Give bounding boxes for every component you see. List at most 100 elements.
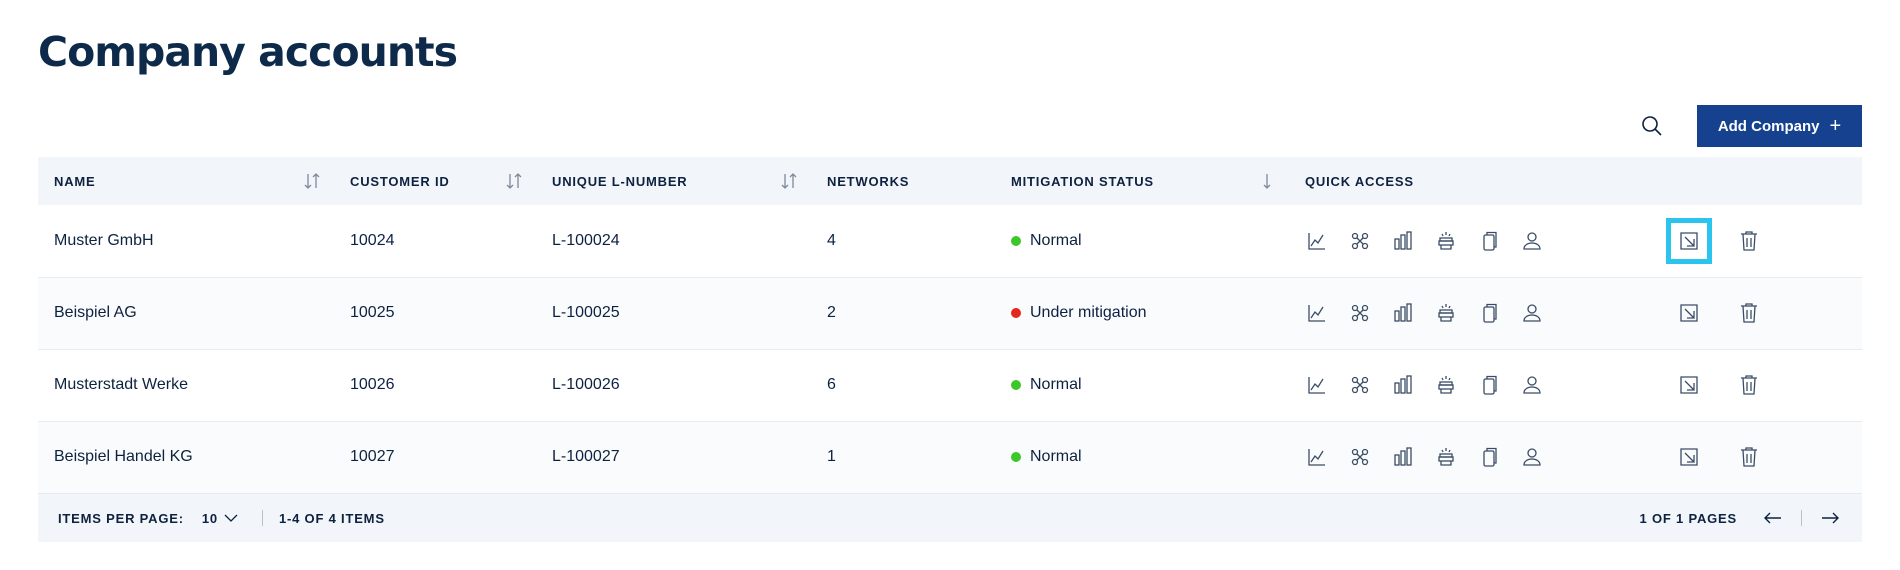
copy-document-icon[interactable] (1477, 445, 1501, 469)
network-icon[interactable] (1348, 373, 1372, 397)
header-actions (1650, 157, 1862, 205)
l-number: L-100024 (552, 231, 620, 249)
items-per-page-select[interactable]: 10 (202, 511, 238, 526)
l-number: L-100027 (552, 448, 620, 465)
items-range: 1-4 OF 4 ITEMS (278, 510, 385, 526)
status-label: Normal (1030, 231, 1082, 249)
l-number: L-100026 (552, 376, 620, 393)
status-label: Under mitigation (1030, 304, 1147, 321)
open-external-icon[interactable] (1666, 434, 1712, 480)
bar-chart-icon[interactable] (1391, 373, 1415, 397)
mitigation-icon[interactable] (1434, 229, 1458, 253)
networks-count: 2 (827, 304, 836, 321)
customer-id: 10027 (350, 448, 395, 465)
table-row[interactable]: Muster GmbH 10024 L-100024 4 Normal (38, 205, 1862, 277)
copy-document-icon[interactable] (1477, 301, 1501, 325)
status-label: Normal (1030, 448, 1082, 465)
sort-down-icon[interactable] (1259, 172, 1275, 193)
customer-id: 10026 (350, 376, 395, 393)
trash-icon[interactable] (1726, 290, 1772, 336)
page-indicator: 1 OF 1 PAGES (1639, 510, 1737, 526)
bar-chart-icon[interactable] (1391, 229, 1415, 253)
next-page-icon[interactable] (1818, 506, 1842, 530)
mitigation-status-cell: Normal (995, 205, 1289, 277)
customer-id: 10024 (350, 231, 395, 249)
customer-id: 10025 (350, 304, 395, 321)
network-icon[interactable] (1348, 445, 1372, 469)
table-row[interactable]: Beispiel AG 10025 L-100025 2 Under mitig… (38, 277, 1862, 349)
header-networks: NETWORKS (811, 157, 995, 205)
company-name: Musterstadt Werke (54, 376, 188, 393)
trash-icon[interactable] (1726, 434, 1772, 480)
pagination-bar: ITEMS PER PAGE: 10 1-4 OF 4 ITEMS 1 OF 1… (38, 494, 1862, 542)
quick-access-cell (1289, 277, 1650, 349)
network-icon[interactable] (1348, 301, 1372, 325)
add-company-label: Add Company (1717, 117, 1820, 135)
items-per-page-label: ITEMS PER PAGE: (58, 510, 184, 526)
user-icon[interactable] (1520, 445, 1544, 469)
prev-page-icon[interactable] (1761, 506, 1785, 530)
actions-cell (1650, 421, 1862, 493)
status-dot (1011, 308, 1021, 318)
user-icon[interactable] (1520, 373, 1544, 397)
divider (261, 510, 263, 526)
mitigation-icon[interactable] (1434, 301, 1458, 325)
company-name: Beispiel AG (54, 304, 137, 321)
status-dot (1011, 380, 1021, 390)
trash-icon[interactable] (1726, 218, 1772, 264)
company-table: NAME CUSTOMER ID UNIQUE L-NUMBER NETWORK… (38, 157, 1862, 494)
actions-cell (1650, 349, 1862, 421)
mitigation-icon[interactable] (1434, 373, 1458, 397)
quick-access-cell (1289, 421, 1650, 493)
network-icon[interactable] (1348, 229, 1372, 253)
header-mitigation-status[interactable]: MITIGATION STATUS (995, 157, 1289, 205)
add-company-button[interactable]: Add Company + (1697, 105, 1862, 147)
line-chart-icon[interactable] (1305, 301, 1329, 325)
user-icon[interactable] (1520, 229, 1544, 253)
line-chart-icon[interactable] (1305, 229, 1329, 253)
table-row[interactable]: Musterstadt Werke 10026 L-100026 6 Norma… (38, 349, 1862, 421)
mitigation-status-cell: Under mitigation (995, 277, 1289, 349)
open-external-icon[interactable] (1666, 217, 1712, 264)
sort-icon[interactable] (304, 172, 320, 193)
mitigation-status-cell: Normal (995, 421, 1289, 493)
bar-chart-icon[interactable] (1391, 301, 1415, 325)
networks-count: 6 (827, 376, 836, 393)
divider (1801, 510, 1802, 526)
status-dot (1011, 452, 1021, 462)
chevron-down-icon (224, 511, 238, 526)
items-per-page-value: 10 (201, 510, 218, 526)
bar-chart-icon[interactable] (1391, 445, 1415, 469)
header-l-number[interactable]: UNIQUE L-NUMBER (536, 157, 811, 205)
open-external-icon[interactable] (1666, 362, 1712, 408)
table-row[interactable]: Beispiel Handel KG 10027 L-100027 1 Norm… (38, 421, 1862, 493)
actions-cell (1650, 277, 1862, 349)
actions-cell (1650, 205, 1862, 277)
company-name: Beispiel Handel KG (54, 448, 193, 465)
status-label: Normal (1030, 376, 1082, 393)
trash-icon[interactable] (1726, 362, 1772, 408)
plus-icon: + (1829, 115, 1842, 137)
search-icon[interactable] (1639, 113, 1665, 139)
header-customer-id[interactable]: CUSTOMER ID (334, 157, 536, 205)
copy-document-icon[interactable] (1477, 229, 1501, 253)
header-name[interactable]: NAME (38, 157, 334, 205)
copy-document-icon[interactable] (1477, 373, 1501, 397)
quick-access-cell (1289, 205, 1650, 277)
mitigation-status-cell: Normal (995, 349, 1289, 421)
sort-icon[interactable] (506, 172, 522, 193)
header-quick-access: QUICK ACCESS (1289, 157, 1650, 205)
user-icon[interactable] (1520, 301, 1544, 325)
networks-count: 1 (827, 448, 836, 465)
status-dot (1011, 235, 1021, 246)
line-chart-icon[interactable] (1305, 373, 1329, 397)
toolbar: Add Company + (1639, 105, 1862, 147)
line-chart-icon[interactable] (1305, 445, 1329, 469)
networks-count: 4 (827, 231, 836, 249)
company-name: Muster GmbH (54, 231, 154, 249)
l-number: L-100025 (552, 304, 620, 321)
sort-icon[interactable] (781, 172, 797, 193)
open-external-icon[interactable] (1666, 290, 1712, 336)
mitigation-icon[interactable] (1434, 445, 1458, 469)
quick-access-cell (1289, 349, 1650, 421)
